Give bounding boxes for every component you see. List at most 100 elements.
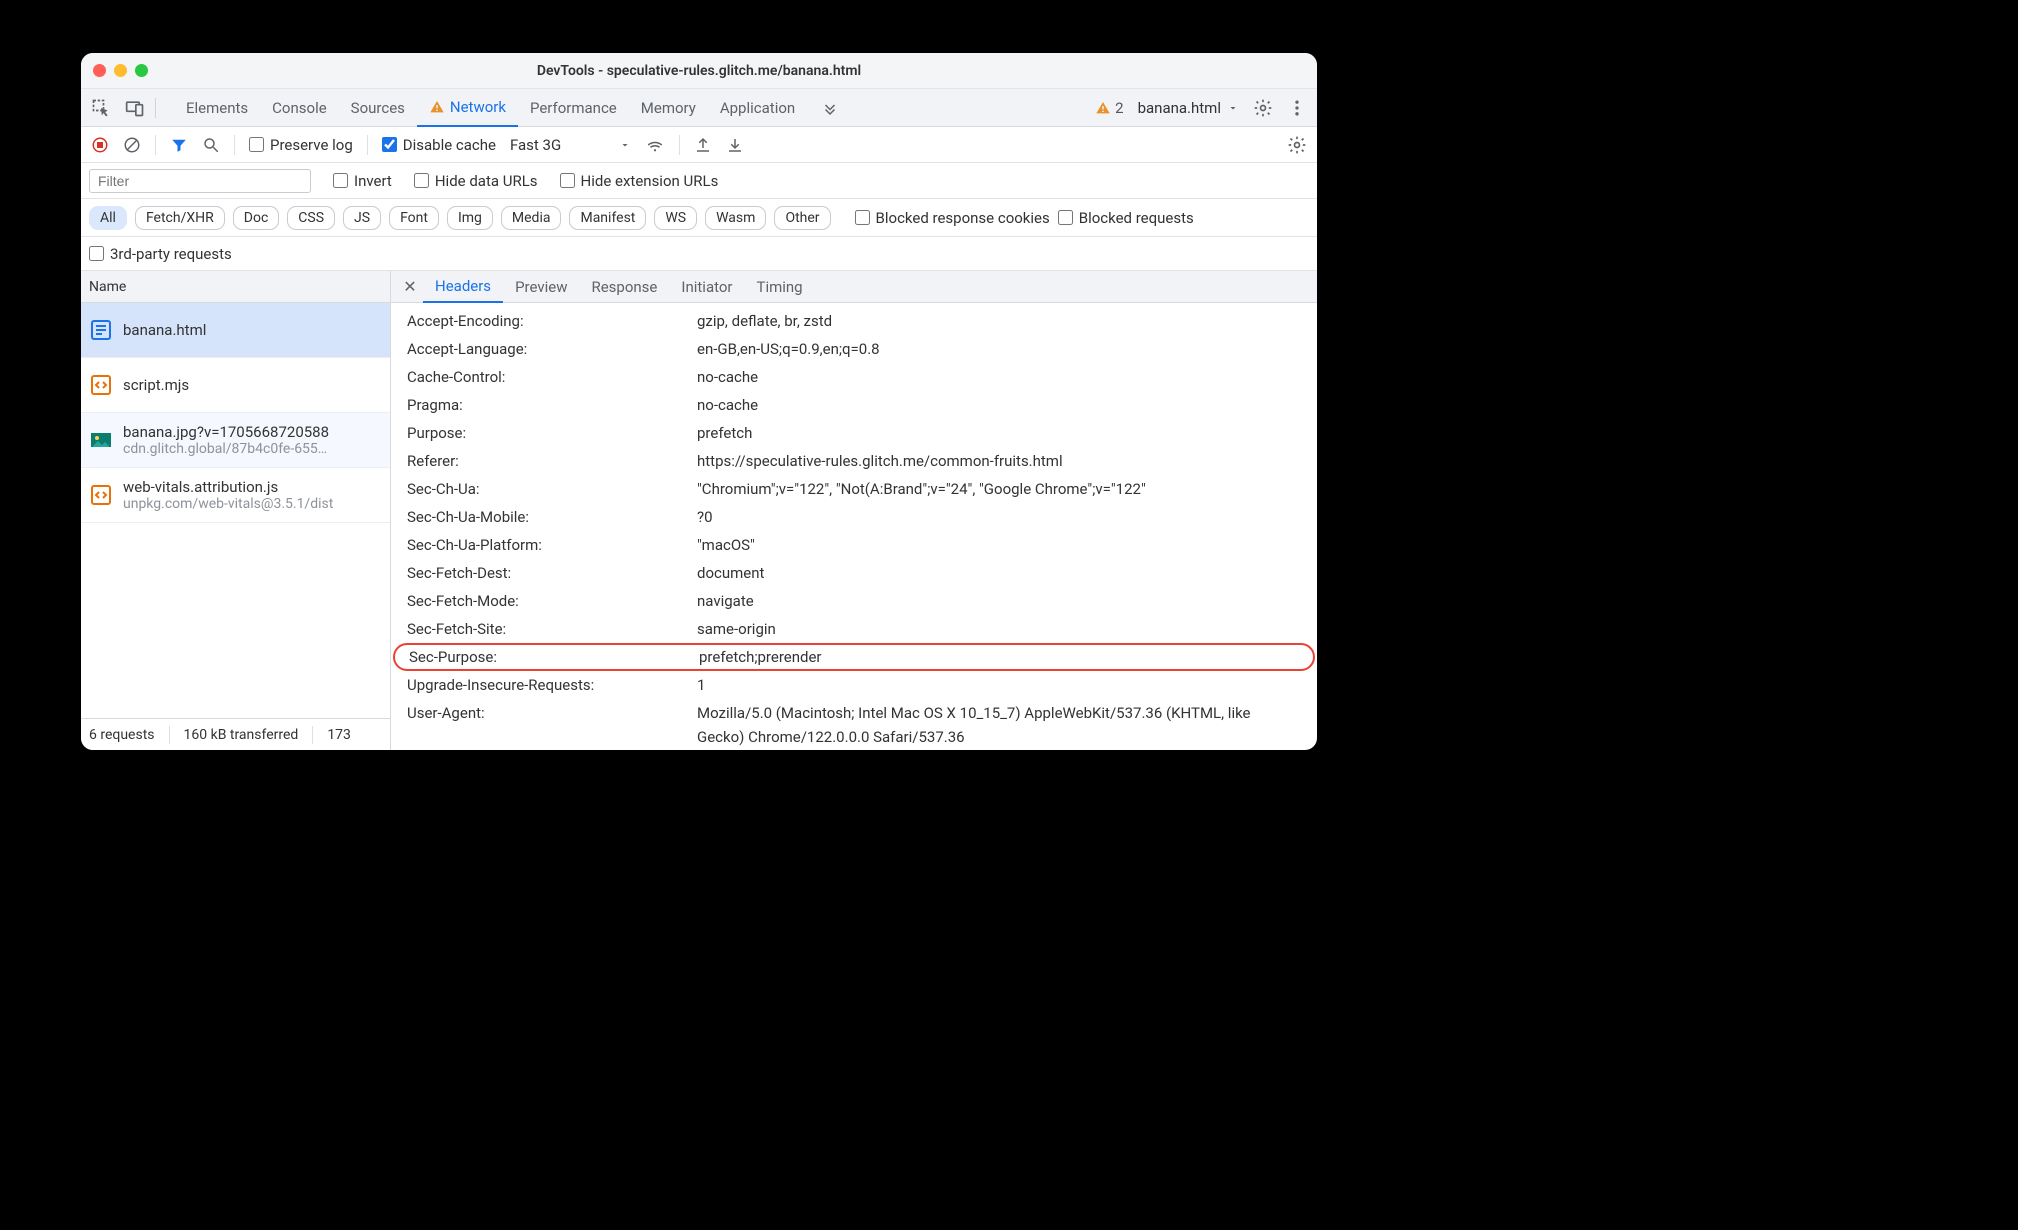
header-row: Sec-Fetch-Dest:document bbox=[391, 559, 1317, 587]
type-filter-wasm[interactable]: Wasm bbox=[705, 206, 766, 230]
import-har-icon[interactable] bbox=[694, 136, 712, 154]
tab-sources[interactable]: Sources bbox=[339, 89, 417, 127]
header-name: Cache-Control: bbox=[407, 365, 697, 389]
tab-memory[interactable]: Memory bbox=[629, 89, 708, 127]
header-value: prefetch;prerender bbox=[699, 645, 1299, 669]
header-value: 1 bbox=[697, 673, 1301, 697]
devtools-window: DevTools - speculative-rules.glitch.me/b… bbox=[81, 53, 1317, 750]
throttling-value: Fast 3G bbox=[510, 136, 561, 154]
panel-settings-icon[interactable] bbox=[1287, 135, 1307, 155]
blocked-requests-label: Blocked requests bbox=[1079, 209, 1194, 227]
blocked-response-cookies-checkbox[interactable]: Blocked response cookies bbox=[855, 209, 1050, 227]
type-filter-media[interactable]: Media bbox=[501, 206, 562, 230]
third-party-row: 3rd-party requests bbox=[81, 237, 1317, 271]
titlebar: DevTools - speculative-rules.glitch.me/b… bbox=[81, 53, 1317, 89]
tab-console[interactable]: Console bbox=[260, 89, 339, 127]
blocked-response-cookies-label: Blocked response cookies bbox=[876, 209, 1050, 227]
status-resources: 173 bbox=[327, 727, 351, 743]
header-name: Sec-Fetch-Site: bbox=[407, 617, 697, 641]
status-strip: 6 requests 160 kB transferred 173 bbox=[81, 718, 390, 750]
header-value: en-GB,en-US;q=0.9,en;q=0.8 bbox=[697, 337, 1301, 361]
preserve-log-checkbox[interactable]: Preserve log bbox=[249, 136, 353, 154]
type-filter-ws[interactable]: WS bbox=[654, 206, 697, 230]
type-filter-font[interactable]: Font bbox=[389, 206, 439, 230]
request-row[interactable]: script.mjs bbox=[81, 358, 390, 413]
type-filter-all[interactable]: All bbox=[89, 206, 127, 230]
header-name: Sec-Ch-Ua: bbox=[407, 477, 697, 501]
third-party-label: 3rd-party requests bbox=[110, 245, 232, 263]
export-har-icon[interactable] bbox=[726, 136, 744, 154]
header-row: Sec-Ch-Ua-Platform:"macOS" bbox=[391, 531, 1317, 559]
third-party-checkbox[interactable]: 3rd-party requests bbox=[89, 245, 232, 263]
header-value: navigate bbox=[697, 589, 1301, 613]
type-filter-js[interactable]: JS bbox=[343, 206, 381, 230]
maximize-window-button[interactable] bbox=[135, 64, 148, 77]
header-row: Sec-Fetch-Site:same-origin bbox=[391, 615, 1317, 643]
more-tabs-icon[interactable] bbox=[821, 99, 839, 117]
minimize-window-button[interactable] bbox=[114, 64, 127, 77]
throttling-select[interactable]: Fast 3G bbox=[510, 136, 631, 154]
detail-tab-preview[interactable]: Preview bbox=[503, 271, 579, 303]
filter-input[interactable] bbox=[89, 169, 311, 193]
preserve-log-label: Preserve log bbox=[270, 136, 353, 154]
header-name: Purpose: bbox=[407, 421, 697, 445]
header-row: Referer:https://speculative-rules.glitch… bbox=[391, 447, 1317, 475]
type-filter-manifest[interactable]: Manifest bbox=[569, 206, 646, 230]
type-filter-img[interactable]: Img bbox=[447, 206, 493, 230]
type-filter-doc[interactable]: Doc bbox=[233, 206, 280, 230]
header-value: "Chromium";v="122", "Not(A:Brand";v="24"… bbox=[697, 477, 1301, 501]
request-row[interactable]: web-vitals.attribution.jsunpkg.com/web-v… bbox=[81, 468, 390, 523]
header-value: no-cache bbox=[697, 393, 1301, 417]
request-name: banana.jpg?v=1705668720588 bbox=[123, 423, 329, 441]
request-domain: cdn.glitch.global/87b4c0fe-655… bbox=[123, 441, 329, 457]
type-filter-other[interactable]: Other bbox=[774, 206, 830, 230]
detail-tab-timing[interactable]: Timing bbox=[745, 271, 815, 303]
header-value: same-origin bbox=[697, 617, 1301, 641]
header-value: ?0 bbox=[697, 505, 1301, 529]
header-value: Mozilla/5.0 (Macintosh; Intel Mac OS X 1… bbox=[697, 701, 1301, 749]
tab-elements[interactable]: Elements bbox=[174, 89, 260, 127]
header-name: Referer: bbox=[407, 449, 697, 473]
tab-network[interactable]: Network bbox=[417, 89, 518, 127]
hide-extension-urls-label: Hide extension URLs bbox=[581, 172, 719, 190]
blocked-requests-checkbox[interactable]: Blocked requests bbox=[1058, 209, 1194, 227]
network-toolbar: Preserve log Disable cache Fast 3G bbox=[81, 127, 1317, 163]
request-row[interactable]: banana.html bbox=[81, 303, 390, 358]
header-name: Accept-Encoding: bbox=[407, 309, 697, 333]
search-icon[interactable] bbox=[202, 136, 220, 154]
tab-application[interactable]: Application bbox=[708, 89, 807, 127]
status-requests: 6 requests bbox=[89, 727, 155, 743]
type-filter-css[interactable]: CSS bbox=[287, 206, 335, 230]
network-conditions-icon[interactable] bbox=[645, 136, 665, 154]
warnings-badge[interactable]: 2 bbox=[1095, 99, 1123, 117]
request-row[interactable]: banana.jpg?v=1705668720588cdn.glitch.glo… bbox=[81, 413, 390, 468]
record-button[interactable] bbox=[91, 136, 109, 154]
detail-tab-initiator[interactable]: Initiator bbox=[669, 271, 744, 303]
inspect-element-icon[interactable] bbox=[91, 98, 111, 118]
context-selector[interactable]: banana.html bbox=[1138, 99, 1239, 117]
header-row: Sec-Ch-Ua-Mobile:?0 bbox=[391, 503, 1317, 531]
filter-icon[interactable] bbox=[170, 136, 188, 154]
detail-tab-headers[interactable]: Headers bbox=[423, 271, 503, 303]
invert-checkbox[interactable]: Invert bbox=[333, 172, 392, 190]
hide-extension-urls-checkbox[interactable]: Hide extension URLs bbox=[560, 172, 719, 190]
header-row: Sec-Purpose:prefetch;prerender bbox=[393, 643, 1315, 671]
detail-pane: ✕ HeadersPreviewResponseInitiatorTiming … bbox=[391, 271, 1317, 750]
header-name: Upgrade-Insecure-Requests: bbox=[407, 673, 697, 697]
main-tabs: ElementsConsoleSourcesNetworkPerformance… bbox=[81, 89, 1317, 127]
header-value: gzip, deflate, br, zstd bbox=[697, 309, 1301, 333]
tab-performance[interactable]: Performance bbox=[518, 89, 629, 127]
close-icon[interactable]: ✕ bbox=[397, 277, 423, 296]
device-toolbar-icon[interactable] bbox=[125, 98, 145, 118]
kebab-menu-icon[interactable] bbox=[1287, 98, 1307, 118]
detail-tab-response[interactable]: Response bbox=[579, 271, 669, 303]
warnings-count: 2 bbox=[1115, 99, 1123, 117]
file-type-icon bbox=[89, 428, 113, 452]
settings-icon[interactable] bbox=[1253, 98, 1273, 118]
headers-section: Accept-Encoding:gzip, deflate, br, zstdA… bbox=[391, 303, 1317, 750]
disable-cache-checkbox[interactable]: Disable cache bbox=[382, 136, 496, 154]
clear-button[interactable] bbox=[123, 136, 141, 154]
type-filter-fetchxhr[interactable]: Fetch/XHR bbox=[135, 206, 225, 230]
close-window-button[interactable] bbox=[93, 64, 106, 77]
hide-data-urls-checkbox[interactable]: Hide data URLs bbox=[414, 172, 538, 190]
